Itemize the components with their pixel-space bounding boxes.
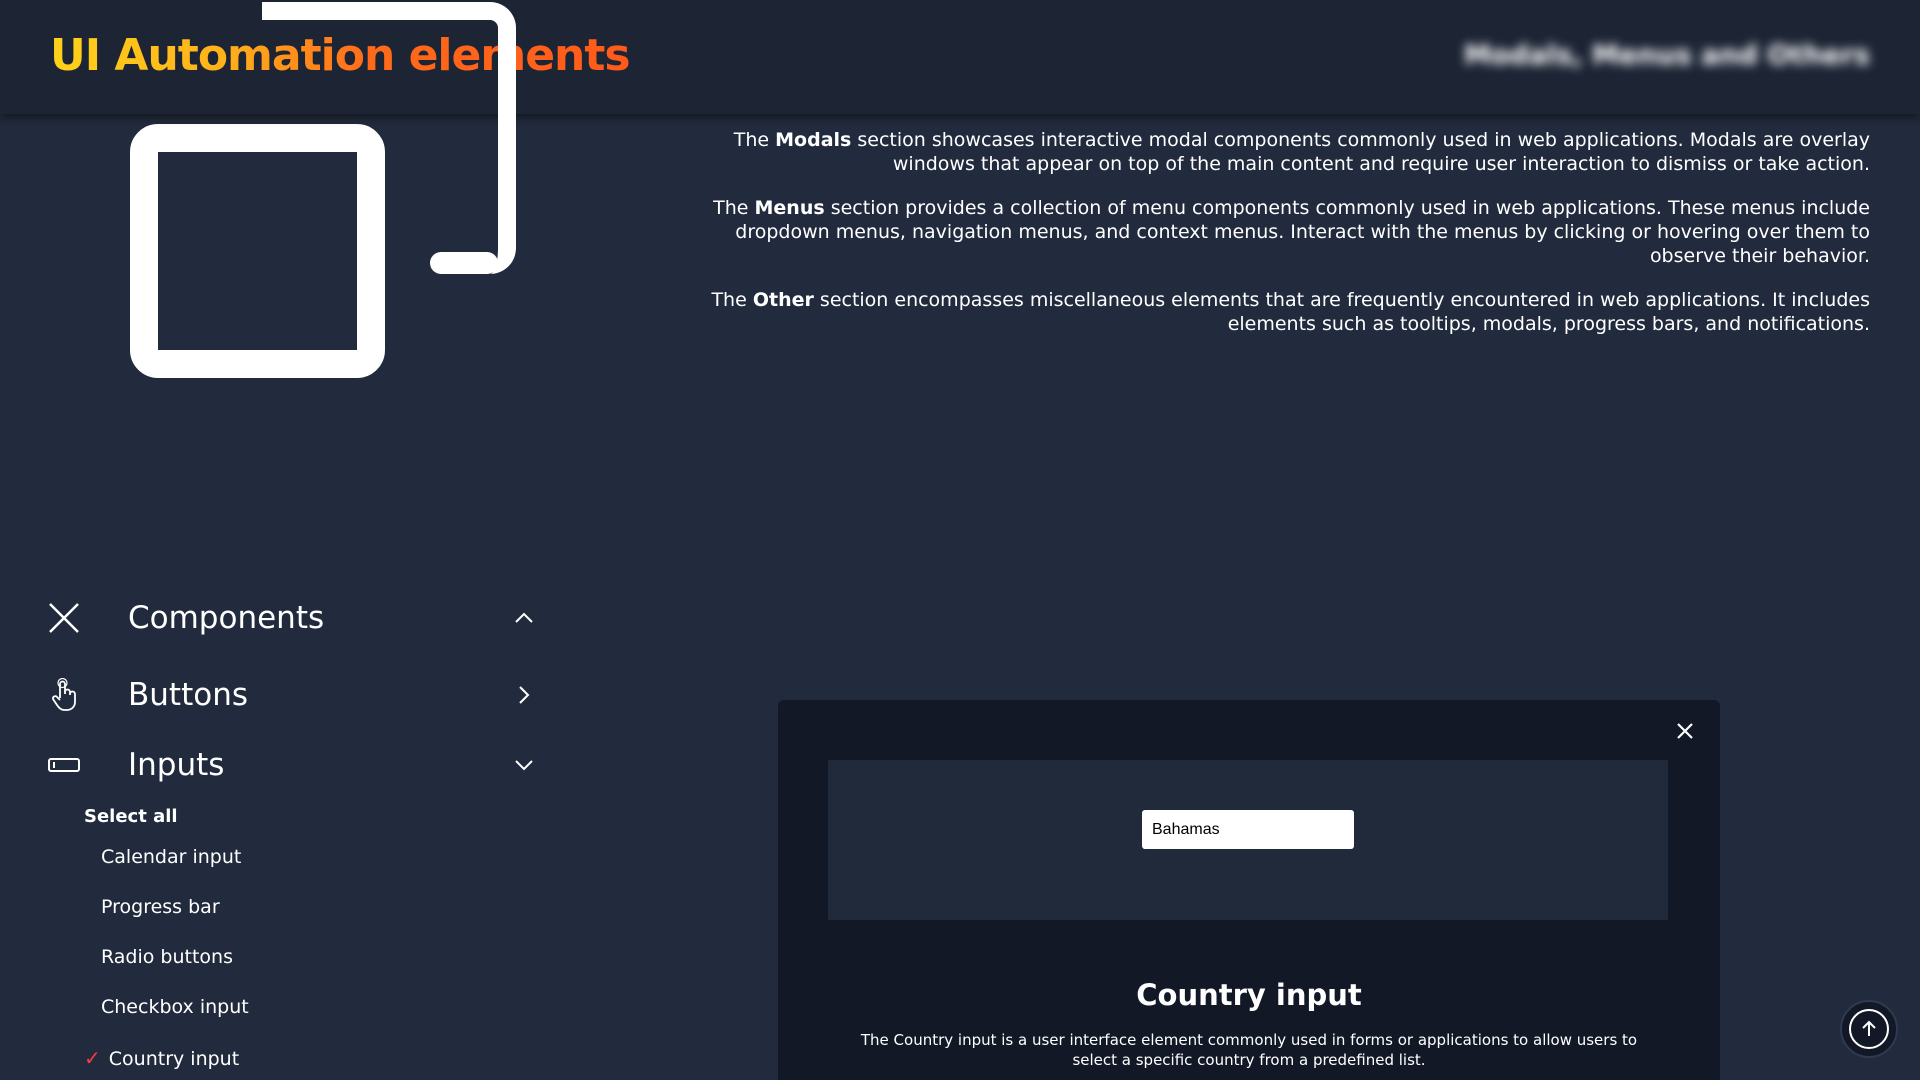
close-icon[interactable]: [46, 600, 82, 636]
inputs-submenu: Select all Calendar input Progress bar R…: [84, 806, 249, 1070]
modal-window-back-icon: [262, 2, 516, 274]
sidebar-item-buttons[interactable]: Buttons: [46, 665, 536, 725]
close-icon[interactable]: [1672, 718, 1698, 744]
modals-description: The Modals section showcases interactive…: [733, 129, 1870, 175]
sidebar-item-label: Inputs: [128, 747, 225, 783]
scroll-to-top-button[interactable]: [1840, 1000, 1898, 1058]
submenu-item-calendar-input[interactable]: Calendar input: [101, 846, 241, 868]
hand-pointer-icon: [46, 677, 82, 713]
submenu-item-country-input[interactable]: ✓ Country input: [84, 1046, 239, 1070]
arrow-up-icon: [1849, 1009, 1889, 1049]
sidebar-item-label: Components: [128, 600, 325, 636]
input-field-icon: [46, 747, 82, 783]
submenu-item-label: Country input: [108, 1048, 240, 1070]
submenu-item-checkbox-input[interactable]: Checkbox input: [101, 996, 249, 1018]
chevron-down-icon[interactable]: [512, 753, 536, 777]
submenu-item-radio-buttons[interactable]: Radio buttons: [101, 946, 233, 968]
chevron-right-icon[interactable]: [512, 683, 536, 707]
sidebar-item-inputs[interactable]: Inputs: [46, 735, 536, 795]
modal-title: Country input: [1136, 978, 1362, 1012]
menus-description: The Menus section provides a collection …: [713, 197, 1870, 267]
other-description: The Other section encompasses miscellane…: [711, 289, 1870, 335]
check-mark-icon: ✓: [84, 1046, 101, 1070]
component-preview-area: [828, 760, 1668, 920]
chevron-up-icon[interactable]: [512, 606, 536, 630]
select-all-link[interactable]: Select all: [84, 806, 178, 827]
modal-description: The Country input is a user interface el…: [860, 1031, 1638, 1069]
submenu-item-progress-bar[interactable]: Progress bar: [101, 896, 220, 918]
modal-window-back-foot: [430, 252, 498, 274]
country-input-field[interactable]: [1142, 810, 1354, 849]
header-nav-link[interactable]: Modals, Menus and Others: [1464, 40, 1870, 71]
section-descriptions: The Modals section showcases interactive…: [700, 128, 1870, 356]
sidebar-item-label: Buttons: [128, 677, 248, 713]
sidebar-item-components[interactable]: Components: [46, 588, 536, 648]
country-input-modal: Country input The Country input is a use…: [778, 700, 1720, 1080]
